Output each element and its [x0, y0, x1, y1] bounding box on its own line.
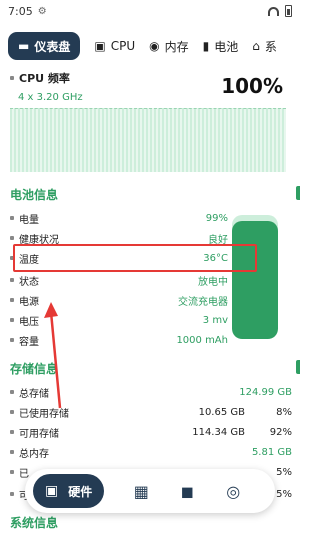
- dashboard-icon: ▬: [18, 39, 30, 53]
- row-label: 电量: [19, 214, 39, 226]
- status-time: 7:05: [8, 4, 33, 18]
- storage-row-total-memory: 总内存 5.81 GB: [10, 444, 292, 460]
- hardware-icon: ▣: [45, 483, 59, 499]
- top-tab-bar: ▬ 仪表盘 ▣ CPU ◉ 内存 ▮ 电池 ⌂ 系: [8, 30, 308, 62]
- tab-label: 电池: [214, 39, 239, 54]
- bullet-dot: [10, 338, 14, 342]
- bullet-dot: [10, 470, 14, 474]
- tab-cpu[interactable]: ▣ CPU: [94, 32, 135, 60]
- red-arrow-annotation: [44, 302, 62, 409]
- row-percent: 92%: [269, 426, 292, 438]
- bullet-dot: [10, 216, 14, 220]
- tab-battery[interactable]: ▮ 电池: [203, 32, 239, 60]
- bullet-dot: [10, 76, 14, 80]
- bullet-dot: [10, 318, 14, 322]
- tools-icon[interactable]: ◼: [178, 482, 196, 501]
- row-value: 放电中: [198, 276, 228, 288]
- status-bar: 7:05 ⚙: [0, 0, 300, 22]
- row-label: 电源: [19, 296, 39, 308]
- tab-system[interactable]: ⌂ 系: [252, 32, 277, 60]
- nav-label: 硬件: [68, 484, 93, 499]
- section-side-marker: [296, 360, 300, 374]
- tab-label: 内存: [164, 39, 189, 54]
- tab-label: 仪表盘: [34, 39, 71, 54]
- row-label: 可用存储: [19, 428, 59, 440]
- apps-icon[interactable]: ▦: [132, 482, 150, 501]
- row-value: 114.34 GB: [192, 426, 245, 438]
- row-label: 电压: [19, 316, 39, 328]
- tab-dashboard[interactable]: ▬ 仪表盘: [8, 32, 81, 60]
- battery-section-title: 电池信息: [10, 188, 59, 202]
- tab-label: 系: [264, 39, 277, 54]
- cpu-title: CPU 频率: [19, 72, 70, 85]
- cpu-icon: ▣: [94, 39, 106, 53]
- cpu-usage-percent: 100%: [221, 74, 283, 98]
- cpu-frequency-card: CPU 频率 4 x 3.20 GHz 100%: [10, 70, 295, 103]
- disc-icon[interactable]: ◎: [224, 482, 242, 501]
- row-value: 10.65 GB: [198, 406, 245, 418]
- home-icon: ⌂: [252, 39, 260, 53]
- storage-row-available: 可用存储 114.34 GB 92%: [10, 424, 292, 440]
- system-section-title: 系统信息: [10, 516, 59, 530]
- tab-label: CPU: [110, 39, 136, 53]
- battery-level-gauge: [232, 215, 278, 339]
- bullet-dot: [10, 430, 14, 434]
- row-label: 容量: [19, 336, 39, 348]
- section-side-marker: [296, 186, 300, 200]
- wifi-icon: [268, 6, 279, 16]
- nav-hardware[interactable]: ▣ 硬件: [33, 474, 105, 508]
- tab-memory[interactable]: ◉ 内存: [149, 32, 189, 60]
- row-value: 3 mv: [202, 314, 228, 326]
- row-value: 124.99 GB: [239, 386, 292, 398]
- bullet-dot: [10, 236, 14, 240]
- temperature-highlight-box: [13, 244, 257, 272]
- battery-level-fill: [232, 221, 278, 339]
- battery-icon: ▮: [202, 39, 210, 53]
- battery-status-icon: [285, 5, 292, 17]
- row-label: 已: [19, 468, 29, 480]
- cpu-usage-graph: [10, 108, 286, 172]
- row-value: 交流充电器: [178, 296, 228, 308]
- row-label: 状态: [19, 276, 39, 288]
- memory-icon: ◉: [149, 39, 160, 53]
- bullet-dot: [10, 450, 14, 454]
- bullet-dot: [10, 492, 14, 496]
- bullet-dot: [10, 390, 14, 394]
- row-value: 99%: [205, 212, 228, 224]
- row-value: 5.81 GB: [251, 446, 292, 458]
- row-value: 1000 mAh: [176, 334, 228, 346]
- bullet-dot: [10, 410, 14, 414]
- row-percent: 8%: [276, 406, 292, 418]
- row-label: 总内存: [19, 448, 49, 460]
- bottom-navigation: ▣ 硬件 ▦ ◼ ◎: [25, 469, 275, 513]
- settings-gear-icon: ⚙: [37, 5, 47, 17]
- bullet-dot: [10, 298, 14, 302]
- bullet-dot: [10, 278, 14, 282]
